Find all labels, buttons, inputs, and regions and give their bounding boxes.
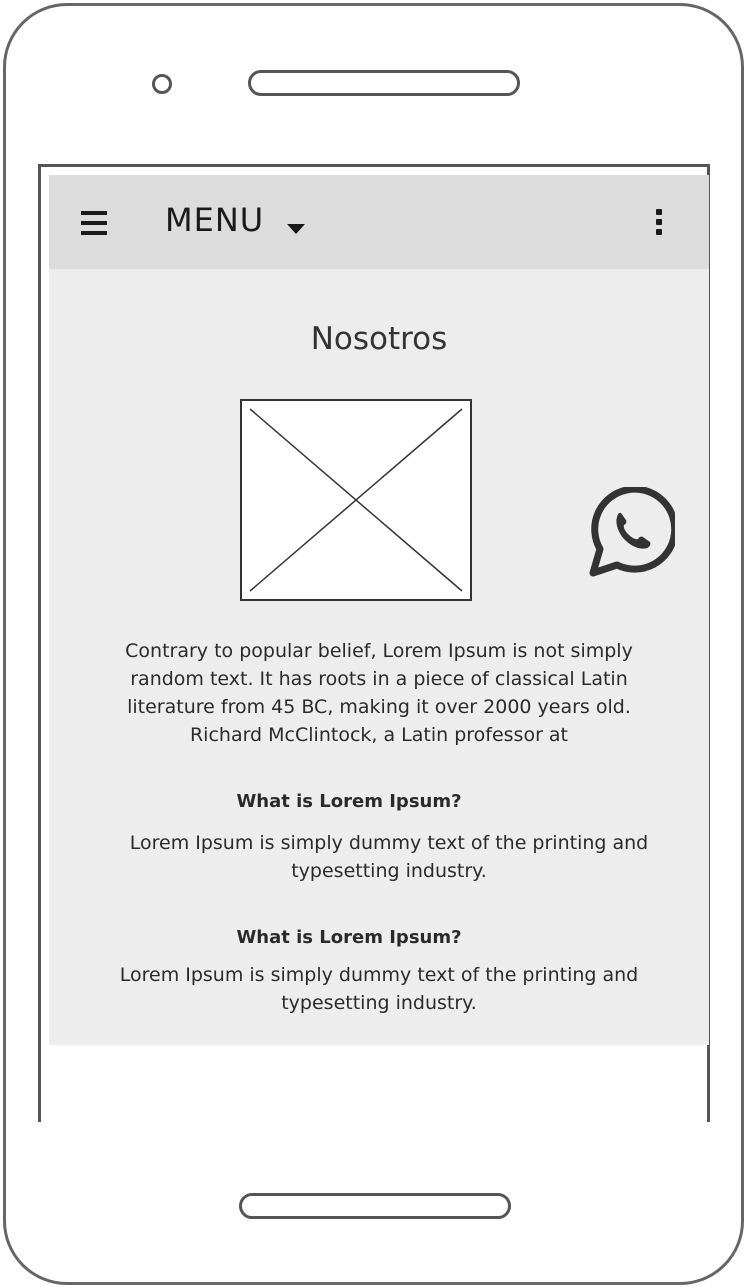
screen: MENU Nosotros Contrary to popular belief… <box>38 164 710 1122</box>
section-heading: What is Lorem Ipsum? <box>236 791 462 812</box>
app-content: MENU Nosotros Contrary to popular belief… <box>49 175 709 1045</box>
image-placeholder-icon <box>240 399 472 601</box>
more-vertical-icon[interactable] <box>649 207 669 237</box>
home-button[interactable] <box>239 1193 511 1219</box>
caret-down-icon[interactable] <box>287 219 305 238</box>
section-body: Lorem Ipsum is simply dummy text of the … <box>119 964 639 1014</box>
menu-dropdown-label[interactable]: MENU <box>165 201 264 239</box>
camera-icon <box>152 74 172 94</box>
whatsapp-icon[interactable] <box>585 485 679 577</box>
section-heading: What is Lorem Ipsum? <box>236 927 462 948</box>
hamburger-icon[interactable] <box>81 211 107 235</box>
section-body: Lorem Ipsum is simply dummy text of the … <box>129 832 649 882</box>
page-title: Nosotros <box>310 321 448 357</box>
intro-paragraph: Contrary to popular belief, Lorem Ipsum … <box>125 640 633 746</box>
top-app-bar: MENU <box>49 175 709 269</box>
speaker-grille <box>248 70 520 96</box>
